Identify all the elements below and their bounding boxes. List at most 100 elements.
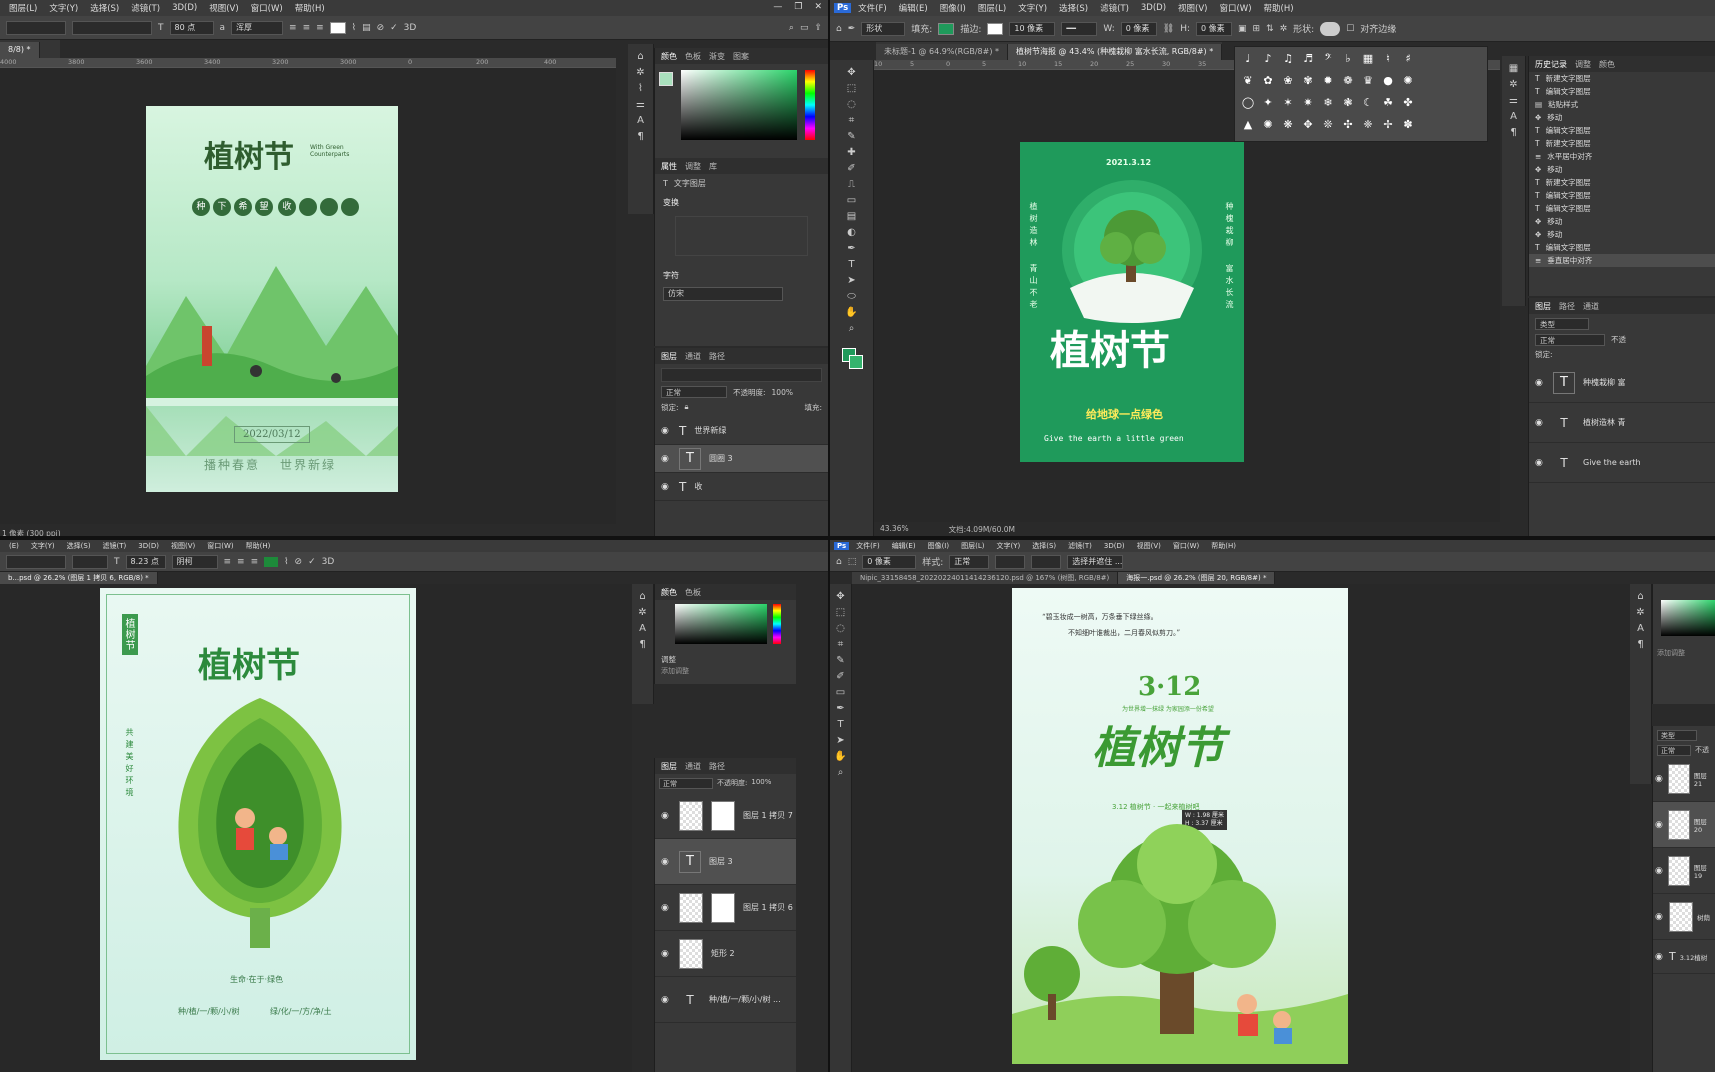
warp-text-icon[interactable]: ⌇	[284, 557, 288, 567]
shape-option[interactable]: ☘	[1379, 95, 1397, 115]
font-name-select[interactable]: 仿宋	[663, 287, 783, 301]
tab-properties[interactable]: 属性	[661, 161, 677, 172]
shape-option[interactable]: ❦	[1239, 73, 1257, 93]
tab-channels[interactable]: 通道	[685, 761, 701, 772]
history-item[interactable]: T 编辑文字图层	[1529, 124, 1715, 137]
paragraph-icon[interactable]: ¶	[633, 130, 649, 144]
path-ops-icon[interactable]: ▣	[1238, 24, 1247, 34]
eye-icon[interactable]: ◉	[1655, 820, 1664, 830]
shape-option[interactable]: ✥	[1299, 117, 1317, 137]
pen-tool-icon[interactable]: ✒	[844, 242, 860, 256]
eye-icon[interactable]: ◉	[661, 482, 671, 492]
gear-icon[interactable]: ✲	[1280, 24, 1288, 34]
workspace-icon[interactable]: ▭	[800, 23, 809, 33]
shape-option[interactable]: ❋	[1279, 117, 1297, 137]
layer-row[interactable]: ◉ T 收	[655, 473, 828, 501]
shape-option[interactable]: ❁	[1339, 73, 1357, 93]
menu-item[interactable]: 文件(F)	[851, 541, 885, 551]
doc-tab-active[interactable]: 海报一.psd @ 26.2% (图层 20, RGB/8#) *	[1118, 572, 1276, 584]
layer-row[interactable]: ◉ T 圆圈 3	[655, 445, 828, 473]
shape-option[interactable]: ✺	[1399, 73, 1417, 93]
custom-shape-picker[interactable]: ♩ ♪ ♫ ♬ 𝄢 ♭ ▦ ♮ ♯ ❦ ✿ ❀ ✾ ✹ ❁ ♛ ● ✺ ◯ ✦ ✶ ✷ ❄ ❃ ☾ ☘ ✤ ▲ ✺ ❋ ✥ ❊ ✣ ❈ ✢ ✽	[1234, 46, 1488, 142]
eye-icon[interactable]: ◉	[1655, 912, 1665, 922]
feather-field[interactable]: 0 像素	[862, 554, 917, 569]
heal-tool-icon[interactable]: ✚	[844, 146, 860, 160]
shape-option[interactable]: ♮	[1379, 51, 1397, 71]
font-size-field[interactable]: 80 点	[169, 20, 214, 35]
shape-option[interactable]: ●	[1379, 73, 1397, 93]
tab-layers[interactable]: 图层	[661, 351, 677, 362]
character-section[interactable]: 字符	[655, 260, 828, 285]
layer-row[interactable]: ◉ T 种槐栽柳 富	[1529, 363, 1715, 403]
color-field[interactable]	[675, 604, 767, 644]
align-left-icon[interactable]: ≡	[289, 23, 297, 33]
gear-icon[interactable]: ✲	[1633, 606, 1649, 620]
shape-option[interactable]: ◯	[1239, 95, 1257, 115]
history-item[interactable]: ≡ 水平居中对齐	[1529, 150, 1715, 163]
history-item[interactable]: T 新建文字图层	[1529, 137, 1715, 150]
home-icon[interactable]: ⌂	[836, 24, 842, 34]
tab-paths[interactable]: 路径	[709, 761, 725, 772]
gear-icon[interactable]: ✲	[633, 66, 649, 80]
shape-option[interactable]: ❀	[1279, 73, 1297, 93]
char-icon[interactable]: A	[1506, 110, 1522, 124]
menu-item[interactable]: 文字(Y)	[1013, 2, 1052, 14]
shape-option[interactable]: ✽	[1399, 117, 1417, 137]
layer-row[interactable]: ◉ T Give the earth	[1529, 443, 1715, 483]
adjust-icon[interactable]: ⚌	[1506, 94, 1522, 108]
move-tool-icon[interactable]: ✥	[833, 590, 849, 604]
menu-item[interactable]: 视图(V)	[1132, 541, 1166, 551]
menu-item[interactable]: 帮助(H)	[241, 541, 276, 551]
eyedropper-tool-icon[interactable]: ✎	[833, 654, 849, 668]
shape-option[interactable]: ❊	[1319, 117, 1337, 137]
marquee-tool-icon[interactable]: ⬚	[848, 557, 857, 567]
tab-swatches[interactable]: 色板	[685, 51, 701, 62]
lasso-tool-icon[interactable]: ◌	[844, 98, 860, 112]
eye-icon[interactable]: ◉	[661, 949, 671, 959]
tab-adjustments[interactable]: 调整	[685, 161, 701, 172]
align-right-icon[interactable]: ≡	[251, 557, 259, 567]
marquee-tool-icon[interactable]: ⬚	[833, 606, 849, 620]
adjust-icon[interactable]: ⚌	[633, 98, 649, 112]
font-style-select[interactable]	[72, 20, 152, 35]
history-item[interactable]: ✥ 移动	[1529, 215, 1715, 228]
shape-option[interactable]: ♭	[1339, 51, 1357, 71]
path-arrange-icon[interactable]: ⇅	[1266, 24, 1274, 34]
menu-item[interactable]: 帮助(H)	[1259, 2, 1299, 14]
text-color-swatch[interactable]	[329, 21, 346, 34]
eye-icon[interactable]: ◉	[1535, 418, 1545, 428]
opacity-value[interactable]: 100%	[772, 388, 793, 397]
shape-option[interactable]: ♯	[1399, 51, 1417, 71]
fill-swatch[interactable]	[938, 22, 955, 35]
history-item[interactable]: ✥ 移动	[1529, 228, 1715, 241]
shape-option[interactable]: ❃	[1339, 95, 1357, 115]
hue-slider[interactable]	[805, 70, 815, 140]
home-icon[interactable]: ⌂	[836, 557, 842, 567]
paragraph-icon[interactable]: ¶	[1506, 126, 1522, 140]
doc-tab[interactable]: b...psd @ 26.2% (图层 1 拷贝 6, RGB/8) *	[0, 572, 158, 584]
warp-text-icon[interactable]: ⌇	[352, 23, 356, 33]
menu-item[interactable]: 选择(S)	[62, 541, 96, 551]
menu-item[interactable]: 文件(F)	[853, 2, 892, 14]
history-item[interactable]: T 编辑文字图层	[1529, 202, 1715, 215]
history-icon[interactable]: ⌂	[635, 590, 651, 604]
menu-item[interactable]: 窗口(W)	[202, 541, 238, 551]
menu-item[interactable]: 窗口(W)	[1168, 541, 1204, 551]
menu-item[interactable]: 图层(L)	[4, 2, 42, 14]
menu-item[interactable]: 文字(Y)	[44, 2, 83, 14]
path-select-icon[interactable]: ➤	[833, 734, 849, 748]
blend-mode-select[interactable]: 正常	[1535, 334, 1605, 346]
shape-option[interactable]: ♬	[1299, 51, 1317, 71]
path-select-icon[interactable]: ➤	[844, 274, 860, 288]
hand-tool-icon[interactable]: ✋	[844, 306, 860, 320]
shape-option[interactable]: 𝄢	[1319, 51, 1337, 71]
select-and-mask-button[interactable]: 选择并遮住 ...	[1067, 554, 1124, 569]
link-icon[interactable]: ⛓	[1163, 24, 1174, 34]
eye-icon[interactable]: ◉	[1535, 378, 1545, 388]
char-icon[interactable]: A	[633, 114, 649, 128]
gradient-tool-icon[interactable]: ▤	[844, 210, 860, 224]
history-icon[interactable]: ⌂	[1633, 590, 1649, 604]
shape-option[interactable]: ❈	[1359, 117, 1377, 137]
canvas-area[interactable]: 植树节 With Green Counterparts 种 下 希 望 收 20…	[0, 68, 616, 524]
history-item-selected[interactable]: ≡ 垂直居中对齐	[1529, 254, 1715, 267]
